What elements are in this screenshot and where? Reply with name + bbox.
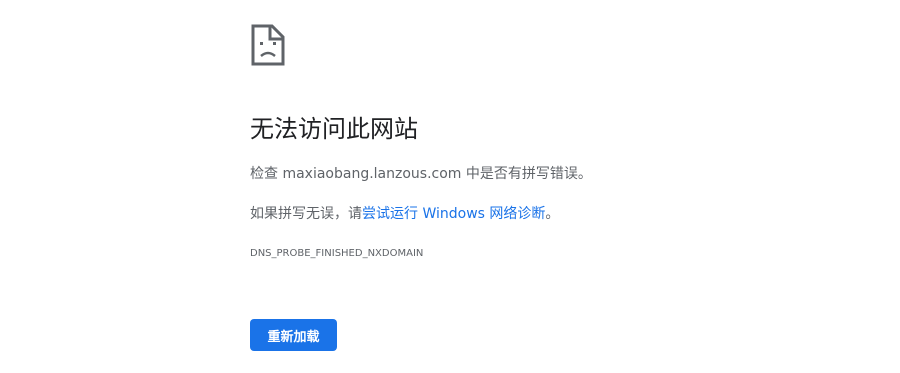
reload-button[interactable]: 重新加载 <box>250 319 337 351</box>
error-code: DNS_PROBE_FINISHED_NXDOMAIN <box>250 248 424 259</box>
message-suffix: 中是否有拼写错误。 <box>461 166 592 182</box>
error-page: 无法访问此网站 检查 maxiaobang.lanzous.com 中是否有拼写… <box>0 0 900 373</box>
page-title: 无法访问此网站 <box>250 115 418 143</box>
suggestion-suffix: 。 <box>545 206 560 222</box>
domain-name: maxiaobang.lanzous.com <box>282 166 462 182</box>
spelling-message: 检查 maxiaobang.lanzous.com 中是否有拼写错误。 <box>250 164 592 184</box>
suggestion-message: 如果拼写无误，请尝试运行 Windows 网络诊断。 <box>250 204 559 224</box>
suggestion-prefix: 如果拼写无误，请 <box>250 206 362 222</box>
message-prefix: 检查 <box>250 166 283 182</box>
sad-page-icon <box>251 24 285 66</box>
network-diagnostics-link[interactable]: 尝试运行 Windows 网络诊断 <box>362 206 545 222</box>
